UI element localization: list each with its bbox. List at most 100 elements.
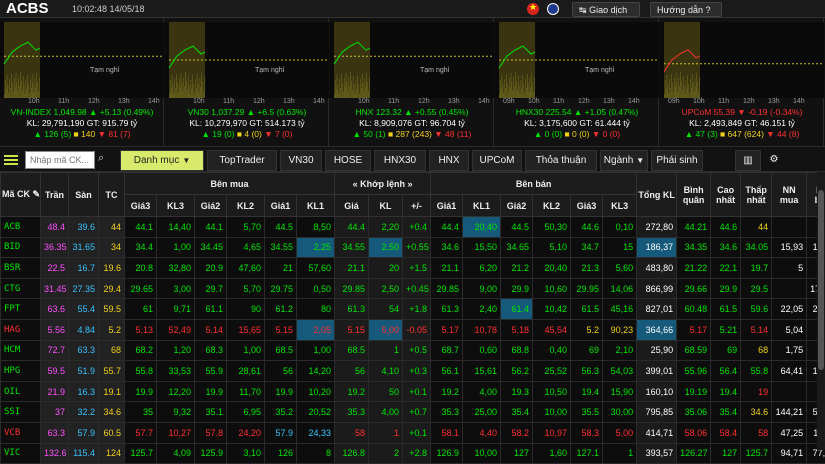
volume-bar	[516, 81, 517, 98]
index-panel-vn-index[interactable]: Tạm nghỉ10h11h12h13h14hVN-INDEX 1,049.98…	[0, 18, 164, 146]
symbol-search-input[interactable]	[25, 151, 95, 169]
cell: 45,54	[533, 319, 571, 340]
symbol-cell[interactable]: CTG	[1, 278, 41, 299]
time-axis: 10h11h12h13h14h	[0, 98, 164, 107]
volume-bar	[35, 78, 36, 98]
cell: 2,50	[369, 278, 403, 299]
cell: 866,99	[637, 278, 677, 299]
scrollbar-thumb[interactable]	[818, 190, 824, 370]
symbol-cell[interactable]: ACB	[1, 217, 41, 238]
tab-upcom[interactable]: UPCoM	[472, 150, 522, 171]
index-volume: KL: 3,175,600 GT: 61.444 tỷ	[495, 118, 659, 128]
chart-icon[interactable]: ▥	[735, 150, 761, 171]
collapse-right-icon[interactable]: »	[408, 179, 413, 189]
tab-hnx[interactable]: HNX	[429, 150, 469, 171]
volume-bar	[179, 78, 180, 98]
table-row[interactable]: OIL21.916.319.119.912,2019.911,7019.910,…	[1, 381, 825, 402]
volume-bar	[368, 91, 369, 98]
col-symbol[interactable]: Mã CK ✎	[1, 173, 41, 217]
table-row[interactable]: VIC132.6115.4124125.74,09125.93,10126812…	[1, 443, 825, 464]
volume-bar	[669, 79, 670, 98]
trade-button[interactable]: ↹ Giao dịch	[572, 2, 640, 17]
table-row[interactable]: SSI3732.234.6359,3235.16,9535.220,5235.3…	[1, 402, 825, 423]
table-row[interactable]: HCM72.763.36868.21,2068.31,0068.51,0068.…	[1, 340, 825, 361]
cell: 21.2	[501, 258, 533, 279]
cell: 10,00	[463, 443, 501, 464]
index-panel-hnx30[interactable]: Tạm nghỉ09h10h11h12h13h14hHNX30 225.54 ▲…	[495, 18, 659, 146]
tab-hose[interactable]: HOSE	[325, 150, 371, 171]
time-tick: 13h	[118, 98, 130, 105]
tab-ngành[interactable]: Ngành▼	[600, 150, 648, 171]
cell: 58	[335, 422, 369, 443]
uk-flag-icon[interactable]	[547, 3, 559, 15]
volume-bar	[356, 80, 357, 98]
collapse-left-icon[interactable]: «	[353, 179, 358, 189]
cell: 5.56	[41, 319, 69, 340]
cell: 1,75	[772, 340, 807, 361]
cell: 52,49	[157, 319, 195, 340]
cell: 39.6	[69, 217, 99, 238]
symbol-cell[interactable]: HCM	[1, 340, 41, 361]
search-icon[interactable]: ⌕	[98, 152, 104, 165]
menu-icon[interactable]	[4, 155, 18, 165]
volume-bar	[525, 79, 526, 98]
cell: 19.2	[431, 381, 463, 402]
volume-bar	[27, 75, 28, 98]
table-row[interactable]: CTG31.4527.3529.429.653,0029.75,7029.750…	[1, 278, 825, 299]
time-tick: 10h	[28, 98, 40, 105]
table-row[interactable]: VCB63.357.960.557.710,2757.824,2057.924,…	[1, 422, 825, 443]
table-row[interactable]: BSR22.516.719.620.832,8020.947,602157,60…	[1, 258, 825, 279]
tab-vn30[interactable]: VN30	[280, 150, 322, 171]
cell: 5,00	[369, 319, 403, 340]
help-icon: ?	[705, 5, 710, 15]
gear-icon[interactable]: ⚙	[763, 150, 785, 171]
symbol-cell[interactable]: VCB	[1, 422, 41, 443]
vertical-scrollbar[interactable]	[817, 172, 825, 450]
cell: 6,20	[463, 258, 501, 279]
cell: 44	[741, 217, 772, 238]
index-panel-upcom[interactable]: 09h10h11h12h13h14hUPCoM 55.39 ▼ -0.19 (-…	[660, 18, 824, 146]
volume-bar	[691, 88, 692, 98]
cell: 5.17	[677, 319, 711, 340]
symbol-cell[interactable]: BID	[1, 237, 41, 258]
index-panel-hnx[interactable]: Tạm nghỉ10h11h12h13h14hHNX 123.32 ▲ +0.5…	[330, 18, 494, 146]
symbol-cell[interactable]: OIL	[1, 381, 41, 402]
table-row[interactable]: HAG5.564.845.25.1352,495.1415,655.152,05…	[1, 319, 825, 340]
cell: 61.4	[501, 299, 533, 320]
table-row[interactable]: ACB48.439.64444.114,4044.15,7044.58,5044…	[1, 217, 825, 238]
time-axis: 10h11h12h13h14h	[165, 98, 329, 107]
time-tick: 14h	[478, 98, 490, 105]
cell: 2,05	[297, 319, 335, 340]
cell: +1.5	[403, 258, 431, 279]
volume-bar	[203, 91, 204, 98]
index-panel-vn30[interactable]: Tạm nghỉ10h11h12h13h14hVN30 1,037.29 ▲ +…	[165, 18, 329, 146]
table-row[interactable]: HPG59.551.955.755.833,5355.928,615614,20…	[1, 361, 825, 382]
guide-button[interactable]: Hướng dẫn ?	[650, 2, 722, 17]
cell: 22.5	[41, 258, 69, 279]
table-row[interactable]: FPT63.655.459.5619,7161.19061.28061.354+…	[1, 299, 825, 320]
volume-bar	[171, 89, 172, 98]
vietnam-flag-icon[interactable]	[527, 3, 539, 15]
tab-danh-mục[interactable]: Danh mục▼	[120, 150, 204, 171]
symbol-cell[interactable]: SSI	[1, 402, 41, 423]
tab-phái-sinh[interactable]: Phái sinh	[651, 150, 703, 171]
col-nn-buy: NN mua	[772, 173, 807, 217]
cell: 58.3	[571, 422, 603, 443]
tab-toptrader[interactable]: TopTrader	[207, 150, 277, 171]
edit-icon[interactable]: ✎	[33, 189, 41, 199]
cell: -0.05	[403, 319, 431, 340]
cell: +0.45	[403, 278, 431, 299]
time-tick: 11h	[718, 98, 729, 105]
symbol-cell[interactable]: BSR	[1, 258, 41, 279]
symbol-cell[interactable]: HPG	[1, 361, 41, 382]
volume-bar	[9, 79, 10, 98]
tab-thỏa-thuận[interactable]: Thỏa thuận	[525, 150, 597, 171]
symbol-cell[interactable]: HAG	[1, 319, 41, 340]
symbol-cell[interactable]: FPT	[1, 299, 41, 320]
cell: 34.6	[741, 402, 772, 423]
symbol-cell[interactable]: VIC	[1, 443, 41, 464]
subcol-kl1: KL1	[297, 195, 335, 217]
tab-hnx30[interactable]: HNX30	[374, 150, 426, 171]
subcol-giá3: Giá3	[571, 195, 603, 217]
table-row[interactable]: BID36.3531.653434.41,0034.454,6534.552,2…	[1, 237, 825, 258]
